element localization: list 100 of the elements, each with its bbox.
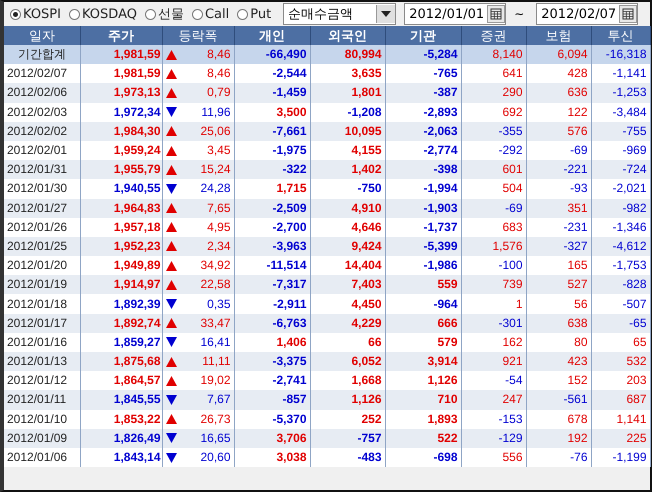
table-cell-text: 0,35	[207, 296, 230, 313]
table-cell: 527	[526, 275, 591, 294]
table-cell: -757	[310, 428, 385, 448]
date-cell: 2012/01/13	[4, 352, 80, 372]
column-header[interactable]: 증권	[461, 26, 526, 45]
table-cell: 3,706	[234, 428, 310, 448]
table-cell: -54	[461, 371, 526, 390]
table-cell: 1,959,24	[80, 140, 162, 160]
column-header[interactable]: 기관	[385, 26, 461, 45]
table-cell: 692	[461, 102, 526, 122]
table-cell: 1,845,55	[80, 390, 162, 410]
table-cell: 80,994	[310, 45, 385, 64]
table-cell: -750	[310, 179, 385, 198]
column-header[interactable]: 등락폭	[162, 26, 234, 45]
date-field[interactable]: 2012/02/07	[536, 3, 638, 25]
table-cell: -2,741	[234, 371, 310, 390]
table-cell: 247	[461, 390, 526, 410]
table-cell: 678	[526, 410, 591, 429]
table-cell-text: 4,95	[207, 218, 230, 236]
table-cell: -5,284	[385, 45, 461, 64]
table-cell: 152	[526, 371, 591, 390]
column-header[interactable]: 개인	[234, 26, 310, 45]
table-cell: 1,402	[310, 160, 385, 180]
table-cell: 1,949,89	[80, 256, 162, 276]
table-cell: 7,403	[310, 275, 385, 294]
table-cell: -2,021	[591, 179, 650, 198]
table-cell-text: 11,96	[201, 104, 230, 121]
column-header[interactable]: 외국인	[310, 26, 385, 45]
table-cell: 65	[591, 332, 650, 352]
table-cell: 1,843,14	[80, 448, 162, 468]
table-cell: 351	[526, 198, 591, 218]
table-cell: 3,914	[385, 352, 461, 372]
table-cell: 601	[461, 160, 526, 180]
table-cell: -1,141	[591, 64, 650, 84]
table-cell: -1,753	[591, 256, 650, 276]
table-cell-text: 33,47	[200, 314, 230, 332]
table-cell: -6,763	[234, 314, 310, 333]
table-cell: -5,370	[234, 410, 310, 429]
table-cell: 1,715	[234, 179, 310, 198]
date-field[interactable]: 2012/01/01	[404, 3, 506, 25]
table-cell: 203	[591, 371, 650, 390]
table-cell: 1,853,22	[80, 410, 162, 429]
table-cell-text: 25,06	[200, 122, 230, 140]
table-cell: -483	[310, 448, 385, 468]
table-cell: 192	[526, 428, 591, 448]
table-cell: 80	[526, 332, 591, 352]
table-cell-text: 7,65	[207, 200, 230, 217]
table-cell: 162	[461, 332, 526, 352]
table-cell: 1,972,34	[80, 102, 162, 122]
table-cell: 579	[385, 332, 461, 352]
date-cell: 2012/01/12	[4, 371, 80, 390]
table-cell-text: 19,02	[200, 372, 230, 390]
table-cell-text: 11,11	[202, 353, 230, 370]
table-cell: -4,612	[591, 236, 650, 256]
table-cell: -1,208	[310, 102, 385, 122]
table-cell: -2,893	[385, 102, 461, 122]
market-radio[interactable]: KOSDAQ	[66, 6, 139, 22]
column-header[interactable]: 주가	[80, 26, 162, 45]
value-type-dropdown[interactable]: 순매수금액	[283, 3, 396, 25]
table-cell: 1,126	[385, 371, 461, 390]
table-cell: -1,737	[385, 218, 461, 237]
table-cell: -2,063	[385, 122, 461, 141]
market-radio[interactable]: Call	[190, 6, 232, 22]
table-cell: -1,459	[234, 83, 310, 103]
date-cell: 2012/01/10	[4, 410, 80, 429]
table-cell: 666	[385, 314, 461, 333]
table-cell: 641	[461, 64, 526, 84]
column-header[interactable]: 보험	[526, 26, 591, 45]
table-cell: -66,490	[234, 45, 310, 64]
column-header[interactable]: 일자	[4, 26, 80, 45]
market-radio[interactable]: 선물	[142, 5, 186, 23]
table-cell: -5,399	[385, 236, 461, 256]
table-cell: 1,973,13	[80, 83, 162, 103]
table-cell-text: 7,67	[207, 391, 230, 408]
table-cell: 1,141	[591, 410, 650, 429]
table-cell: -969	[591, 140, 650, 160]
caret-icon	[381, 11, 392, 17]
date-cell: 2012/02/01	[4, 140, 80, 160]
date-cell: 2012/01/11	[4, 390, 80, 410]
calendar-icon[interactable]	[619, 5, 638, 23]
table-cell-text: 22,58	[200, 276, 230, 294]
table-cell: -292	[461, 140, 526, 160]
table-cell: 1,984,30	[80, 122, 162, 141]
table-cell: -561	[526, 390, 591, 410]
market-radio[interactable]: Put	[235, 6, 274, 22]
market-radio[interactable]: KOSPI	[8, 6, 63, 22]
table-cell: -221	[526, 160, 591, 180]
table-cell: -327	[526, 236, 591, 256]
table-cell: -11,514	[234, 256, 310, 276]
table-cell: 559	[385, 275, 461, 294]
table-cell-text: 26,73	[200, 410, 230, 428]
table-cell: 10,095	[310, 122, 385, 141]
table-cell: 687	[591, 390, 650, 410]
column-header[interactable]: 투신	[591, 26, 650, 45]
table-cell: 122	[526, 102, 591, 122]
table-cell: -698	[385, 448, 461, 468]
table-cell: 638	[526, 314, 591, 333]
table-cell: -2,700	[234, 218, 310, 237]
calendar-icon[interactable]	[487, 5, 506, 23]
table-cell: 1,955,79	[80, 160, 162, 180]
